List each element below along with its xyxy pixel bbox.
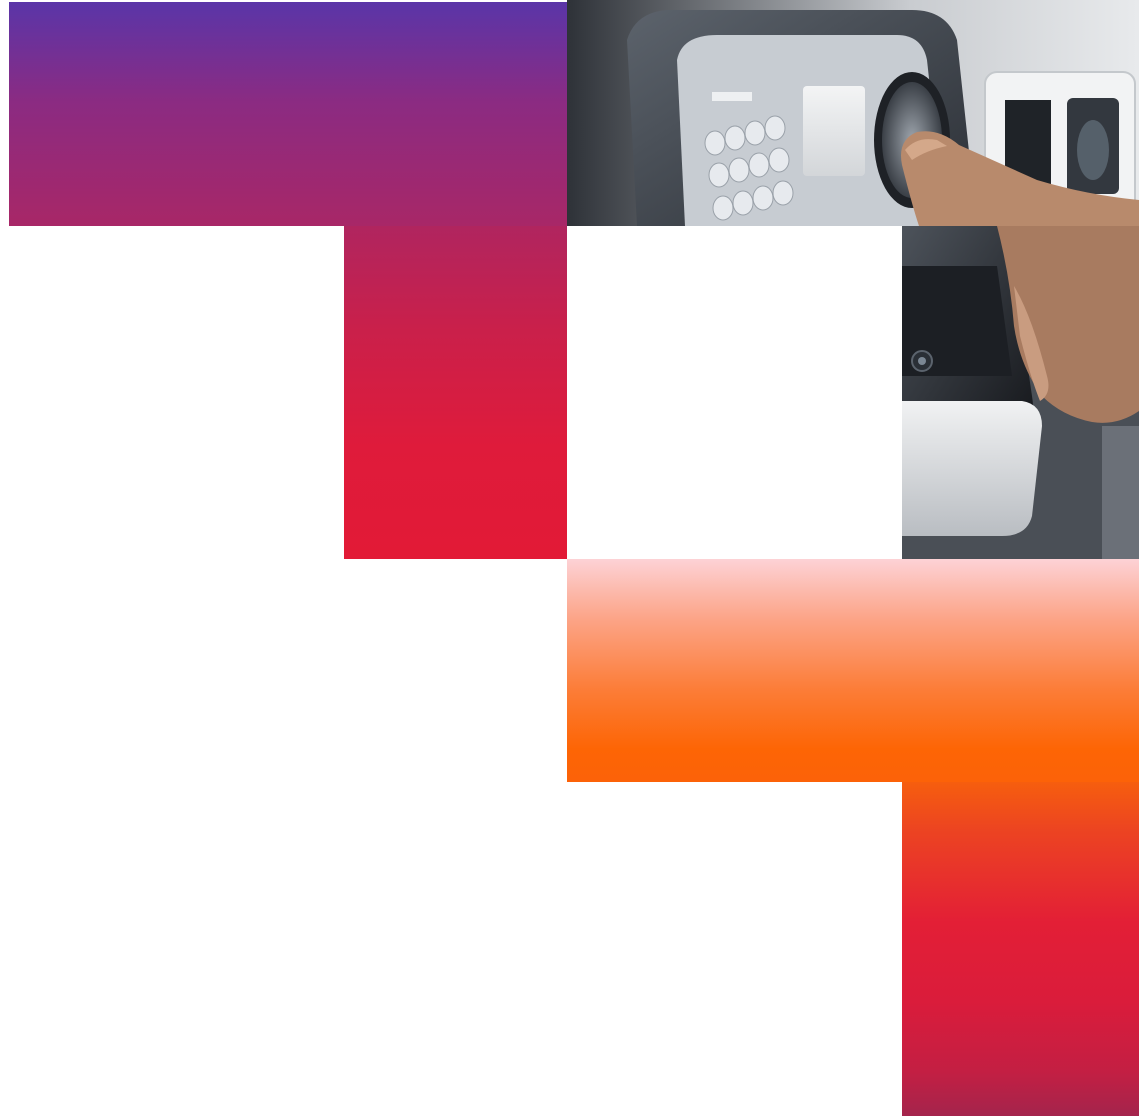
fingerprint-terminal-photo-lower xyxy=(902,226,1139,559)
fingerprint-terminal-illustration-lower xyxy=(902,226,1139,559)
fingerprint-terminal-illustration xyxy=(567,0,1139,226)
purple-gradient-bar xyxy=(9,2,567,226)
fingerprint-terminal-photo xyxy=(567,0,1139,226)
orange-gradient-bar xyxy=(567,559,1139,782)
decorative-cover xyxy=(0,0,1139,1116)
orange-gradient-stem xyxy=(902,782,1139,1116)
purple-gradient-stem xyxy=(344,226,567,559)
